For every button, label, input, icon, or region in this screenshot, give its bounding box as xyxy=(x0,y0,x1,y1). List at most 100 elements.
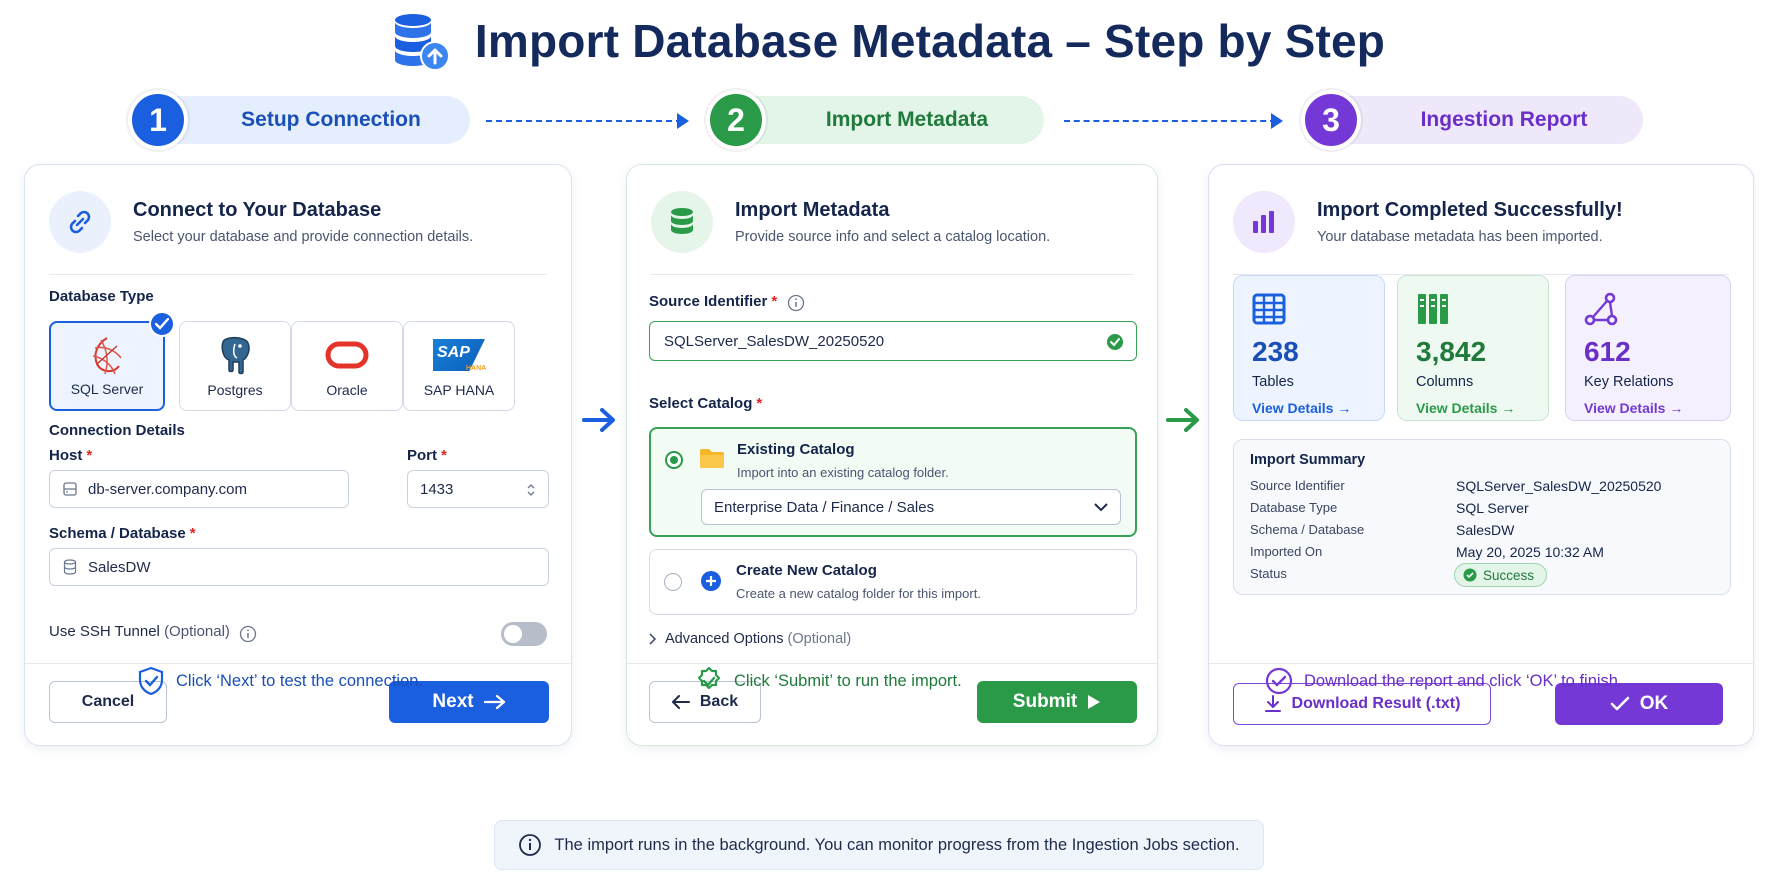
db-option-label: SAP HANA xyxy=(423,382,495,398)
sql-server-icon xyxy=(51,333,163,379)
step-number: 1 xyxy=(128,90,188,150)
db-option-sap-hana[interactable]: SAP HANA SAP HANA xyxy=(403,321,515,411)
summary-row: Database Type SQL Server xyxy=(1250,500,1529,516)
oracle-icon xyxy=(292,332,402,378)
db-option-sql-server[interactable]: SQL Server xyxy=(49,311,175,411)
card-header: Import Completed Successfully! Your data… xyxy=(1233,185,1729,275)
arrow-left-icon xyxy=(671,695,690,709)
source-identifier-input[interactable]: SQLServer_SalesDW_20250520 xyxy=(649,321,1137,361)
arrow-right-icon xyxy=(1271,113,1283,129)
submit-button-label: Submit xyxy=(1012,691,1078,712)
download-icon xyxy=(1264,695,1281,712)
stat-value: 3,842 xyxy=(1416,336,1487,367)
step2-hint: Click ‘Submit’ to run the import. xyxy=(694,666,962,696)
card-footer-divider xyxy=(627,663,1157,664)
new-catalog-title: Create New Catalog xyxy=(736,562,877,579)
plus-circle-icon xyxy=(701,571,721,591)
summary-row: Schema / Database SalesDW xyxy=(1250,522,1515,538)
page-header: Import Database Metadata – Step by Step xyxy=(0,6,1774,76)
schema-value: SalesDW xyxy=(88,558,151,576)
postgres-elephant-icon xyxy=(180,332,290,378)
ssh-tunnel-toggle[interactable] xyxy=(501,622,547,646)
schema-label: Schema / Database * xyxy=(49,525,196,542)
database-icon xyxy=(651,191,713,253)
existing-catalog-radio[interactable] xyxy=(665,451,683,469)
stat-label: Key Relations xyxy=(1584,374,1674,390)
arrow-right-icon xyxy=(677,113,689,129)
badge-check-icon xyxy=(697,666,721,690)
sap-logo-text: SAP xyxy=(437,344,470,361)
database-upload-icon xyxy=(389,10,451,72)
db-option-label: Postgres xyxy=(207,382,263,398)
catalog-select[interactable]: Enterprise Data / Finance / Sales xyxy=(701,489,1121,525)
hint-text: Click ‘Submit’ to run the import. xyxy=(734,671,962,690)
card-footer-divider xyxy=(1209,663,1753,664)
step-number: 2 xyxy=(706,90,766,150)
next-button-label: Next xyxy=(432,691,474,712)
step1-hint: Click ‘Next’ to test the connection. xyxy=(136,666,423,696)
select-catalog-label: Select Catalog * xyxy=(649,395,763,412)
step-label: Import Metadata xyxy=(825,108,989,131)
existing-catalog-option[interactable]: Existing Catalog Import into an existing… xyxy=(649,427,1137,537)
page-title: Import Database Metadata – Step by Step xyxy=(474,15,1386,67)
background-notice: The import runs in the background. You c… xyxy=(494,820,1264,870)
hint-text: Download the report and click ‘OK’ to fi… xyxy=(1304,671,1623,690)
new-catalog-option[interactable]: Create New Catalog Create a new catalog … xyxy=(649,549,1137,615)
hint-text: Click ‘Next’ to test the connection. xyxy=(176,671,424,690)
card-header: Import Metadata Provide source info and … xyxy=(651,185,1133,275)
step-import-metadata: 2 Import Metadata xyxy=(706,90,1044,150)
connection-details-label: Connection Details xyxy=(49,422,185,439)
shield-check-icon xyxy=(138,666,164,696)
status-badge: Success xyxy=(1454,563,1548,587)
download-button-label: Download Result (.txt) xyxy=(1291,695,1461,712)
database-type-label: Database Type xyxy=(49,288,154,305)
stat-value: 612 xyxy=(1584,336,1631,367)
db-option-oracle[interactable]: Oracle xyxy=(291,321,403,411)
sap-hana-icon: SAP HANA xyxy=(404,332,514,378)
stepper-arrows-icon[interactable] xyxy=(526,482,536,498)
view-details-link[interactable]: View Details → xyxy=(1416,400,1515,416)
card-header: Connect to Your Database Select your dat… xyxy=(49,185,547,275)
bar-chart-icon xyxy=(1233,191,1295,253)
columns-icon xyxy=(1418,294,1448,324)
ok-button-label: OK xyxy=(1639,693,1669,714)
ingestion-report-card: Import Completed Successfully! Your data… xyxy=(1208,164,1754,746)
port-stepper[interactable]: 1433 xyxy=(407,470,549,508)
arrow-right-icon xyxy=(1166,408,1199,432)
check-icon xyxy=(149,311,175,337)
summary-row: Imported On May 20, 2025 10:32 AM xyxy=(1250,544,1604,560)
card-title: Connect to Your Database xyxy=(133,199,382,221)
step-number: 3 xyxy=(1301,90,1361,150)
play-icon xyxy=(1088,695,1101,709)
db-option-postgres[interactable]: Postgres xyxy=(179,321,291,411)
stat-card-key-relations: 612 Key Relations View Details → xyxy=(1565,275,1731,421)
summary-row: Source Identifier SQLServer_SalesDW_20250… xyxy=(1250,478,1662,494)
view-details-link[interactable]: View Details → xyxy=(1584,400,1683,416)
card-footer-divider xyxy=(25,663,571,664)
hana-logo-text: HANA xyxy=(466,365,487,372)
port-label: Port * xyxy=(407,447,447,464)
advanced-options-toggle[interactable]: Advanced Options (Optional) xyxy=(649,631,851,647)
import-summary: Import Summary Source Identifier SQLServe… xyxy=(1233,439,1731,595)
source-identifier-value: SQLServer_SalesDW_20250520 xyxy=(664,332,885,350)
info-icon xyxy=(519,834,542,856)
catalog-select-value: Enterprise Data / Finance / Sales xyxy=(714,498,935,516)
host-input[interactable]: db-server.company.com xyxy=(49,470,349,508)
view-details-link[interactable]: View Details → xyxy=(1252,400,1351,416)
summary-title: Import Summary xyxy=(1250,452,1366,468)
check-circle-icon xyxy=(1107,334,1123,350)
submit-button[interactable]: Submit xyxy=(977,681,1137,723)
host-label: Host * xyxy=(49,447,93,464)
step-connector xyxy=(486,120,682,122)
schema-input[interactable]: SalesDW xyxy=(49,548,549,586)
arrow-right-icon xyxy=(582,408,615,432)
step-label: Setup Connection xyxy=(241,108,421,131)
folder-icon xyxy=(700,449,724,468)
info-icon[interactable] xyxy=(787,294,805,312)
database-icon xyxy=(62,559,78,575)
new-catalog-radio[interactable] xyxy=(664,573,682,591)
info-icon[interactable] xyxy=(239,625,257,643)
card-title: Import Metadata xyxy=(735,199,890,221)
stat-label: Tables xyxy=(1252,374,1294,390)
arrow-right-icon xyxy=(483,694,505,710)
